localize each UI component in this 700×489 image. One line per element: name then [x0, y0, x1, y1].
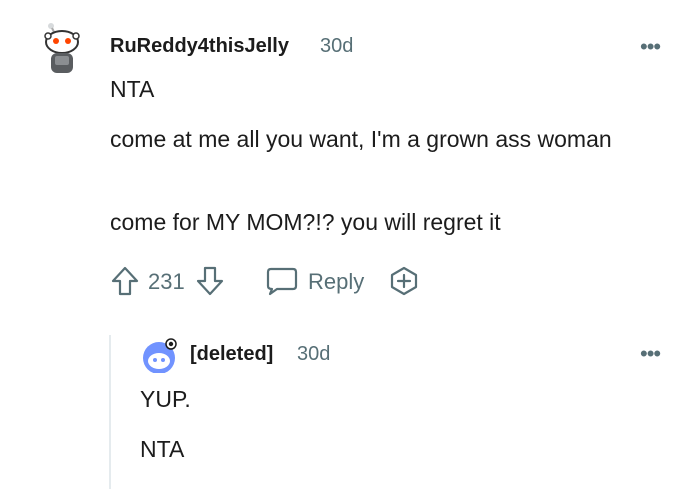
more-options-icon[interactable]: ••• — [640, 341, 661, 367]
reply-button[interactable]: Reply — [308, 269, 364, 295]
thread-line[interactable] — [109, 335, 111, 489]
vote-score: 231 — [148, 269, 185, 294]
downvote-icon[interactable] — [195, 265, 225, 297]
deleted-user-avatar — [143, 338, 177, 373]
more-options-icon[interactable]: ••• — [640, 34, 661, 60]
reply-timestamp[interactable]: 30d — [297, 343, 330, 366]
comment-author[interactable]: RuReddy4thisJelly — [110, 35, 289, 58]
user-avatar[interactable] — [38, 20, 86, 76]
reply-paragraph: NTA — [140, 436, 185, 462]
reply-author: [deleted] — [190, 343, 274, 365]
comment-timestamp[interactable]: 30d — [320, 35, 353, 58]
upvote-icon[interactable] — [110, 265, 140, 297]
comment-paragraph: come at me all you want, I'm a grown ass… — [110, 126, 612, 152]
comment-paragraph: NTA — [110, 76, 155, 102]
comment: RuReddy4thisJelly 30d ••• NTA come at me… — [0, 0, 700, 489]
reply-paragraph: YUP. — [140, 386, 191, 412]
award-icon[interactable] — [388, 265, 420, 297]
comment-actions: 231 Reply — [110, 262, 510, 300]
comment-paragraph: come for MY MOM?!? you will regret it — [110, 209, 501, 235]
reply-icon[interactable] — [265, 265, 299, 297]
